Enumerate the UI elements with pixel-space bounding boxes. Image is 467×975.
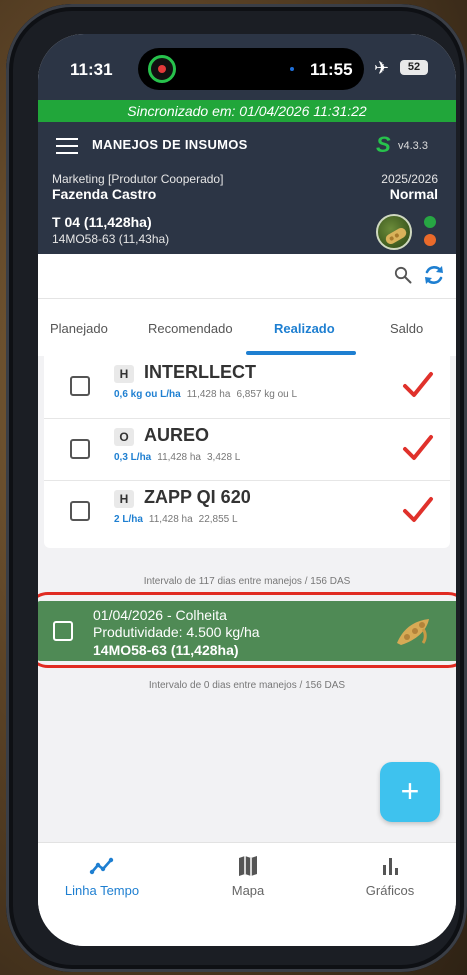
status-bar: 11:31 11:55 ✈ 52: [38, 34, 456, 100]
product-details: 2 L/ha 11,428 ha 22,855 L: [114, 514, 238, 525]
tab-planejado[interactable]: Planejado: [50, 321, 108, 336]
product-details: 0,6 kg ou L/ha 11,428 ha 6,857 kg ou L: [114, 389, 297, 400]
product-area: 11,428 ha: [148, 514, 193, 525]
status-dot-green: [424, 216, 436, 228]
check-icon: [403, 372, 433, 397]
product-dose: 0,3 L/ha: [114, 452, 152, 463]
harvest-title: 01/04/2026 - Colheita: [93, 607, 227, 623]
toolbar: [38, 254, 456, 298]
interval-text: Intervalo de 0 dias entre manejos / 156 …: [148, 680, 346, 691]
product-type-badge: H: [114, 490, 134, 508]
list-item[interactable]: O AUREO 0,3 L/ha 11,428 ha 3,428 L: [44, 418, 450, 480]
status-time: 11:31: [70, 60, 113, 79]
product-name: ZAPP QI 620: [144, 487, 251, 507]
timeline-icon: [89, 857, 114, 875]
product-dose: 0,6 kg ou L/ha: [114, 389, 181, 400]
list-item[interactable]: H ZAPP QI 620 2 L/ha 11,428 ha 22,855 L: [44, 480, 450, 542]
product-type-badge: H: [114, 365, 134, 383]
tab-realizado[interactable]: Realizado: [274, 321, 335, 336]
product-name: AUREO: [144, 425, 210, 445]
menu-icon[interactable]: [56, 138, 78, 154]
island-time: 11:55: [310, 60, 353, 79]
highlight-outline: 01/04/2026 - Colheita Produtividade: 4.5…: [38, 592, 456, 668]
island-dot: [290, 67, 294, 71]
recording-icon: [148, 55, 176, 83]
company-name: Marketing [Produtor Cooperado]: [52, 172, 224, 186]
harvest-card[interactable]: 01/04/2026 - Colheita Produtividade: 4.5…: [38, 601, 456, 661]
product-checkbox[interactable]: [70, 501, 90, 521]
product-details: 0,3 L/ha 11,428 ha 3,428 L: [114, 452, 240, 463]
product-type-badge: O: [114, 428, 134, 446]
nav-label: Gráficos: [365, 883, 415, 898]
soybean-icon: [397, 619, 429, 645]
nav-charts[interactable]: Gráficos: [330, 843, 450, 913]
list-item[interactable]: H INTERLLECT 0,6 kg ou L/ha 11,428 ha 6,85…: [44, 356, 450, 418]
airplane-icon: ✈: [374, 58, 390, 78]
status-dot-orange: [424, 234, 436, 246]
tab-recomendado[interactable]: Recomendado: [148, 321, 233, 336]
search-icon[interactable]: [394, 266, 412, 284]
app-screen: 11:31 11:55 ✈ 52 Sincronizado em: 01/04/…: [38, 34, 456, 946]
season: 2025/2026: [381, 172, 438, 186]
product-area: 11,428 ha: [157, 452, 201, 463]
product-total: 22,855 L: [198, 514, 238, 525]
refresh-icon[interactable]: [422, 263, 446, 287]
product-area: 11,428 ha: [186, 389, 231, 400]
battery-icon: 52: [400, 60, 428, 75]
bottom-nav: Linha Tempo Mapa Gráficos: [38, 842, 456, 946]
harvest-productivity: Produtividade: 4.500 kg/ha: [93, 624, 260, 640]
app-version: v4.3.3: [398, 140, 428, 152]
nav-timeline[interactable]: Linha Tempo: [42, 843, 162, 913]
tab-saldo[interactable]: Saldo: [390, 321, 423, 336]
app-header: MANEJOS DE INSUMOS S v4.3.3 Marketing [P…: [38, 122, 456, 254]
season-mode: Normal: [389, 186, 438, 202]
check-icon: [403, 435, 433, 460]
nav-label: Mapa: [231, 883, 265, 898]
active-tab-indicator: [246, 351, 356, 355]
phone-frame: 11:31 11:55 ✈ 52 Sincronizado em: 01/04/…: [6, 4, 467, 972]
dynamic-island: 11:55: [138, 48, 364, 90]
soybean-crop-icon[interactable]: [376, 214, 412, 250]
product-dose: 2 L/ha: [114, 514, 143, 525]
farm-name: Fazenda Castro: [52, 186, 157, 202]
nav-label: Linha Tempo: [64, 883, 140, 898]
check-icon: [403, 497, 433, 522]
product-checkbox[interactable]: [70, 439, 90, 459]
product-total: 6,857 kg ou L: [236, 389, 298, 400]
sync-status-bar: Sincronizado em: 01/04/2026 11:31:22: [38, 100, 456, 122]
add-button[interactable]: +: [380, 762, 440, 822]
app-logo-icon: S: [376, 132, 391, 157]
nav-map[interactable]: Mapa: [188, 843, 308, 913]
plot-name[interactable]: T 04 (11,428ha): [52, 214, 152, 230]
interval-text: Intervalo de 117 dias entre manejos / 15…: [143, 576, 351, 587]
product-list: H INTERLLECT 0,6 kg ou L/ha 11,428 ha 6,85…: [44, 356, 450, 548]
product-checkbox[interactable]: [70, 376, 90, 396]
product-total: 3,428 L: [207, 452, 241, 463]
product-name: INTERLLECT: [144, 362, 256, 382]
bar-chart-icon: [383, 858, 398, 875]
map-icon: [239, 856, 257, 876]
page-title: MANEJOS DE INSUMOS: [92, 137, 248, 152]
harvest-plot: 14MO58-63 (11,428ha): [93, 642, 239, 658]
variety-name: 14MO58-63 (11,43ha): [52, 232, 170, 246]
harvest-checkbox[interactable]: [53, 621, 73, 641]
tab-bar: Planejado Recomendado Realizado Saldo: [38, 298, 456, 356]
